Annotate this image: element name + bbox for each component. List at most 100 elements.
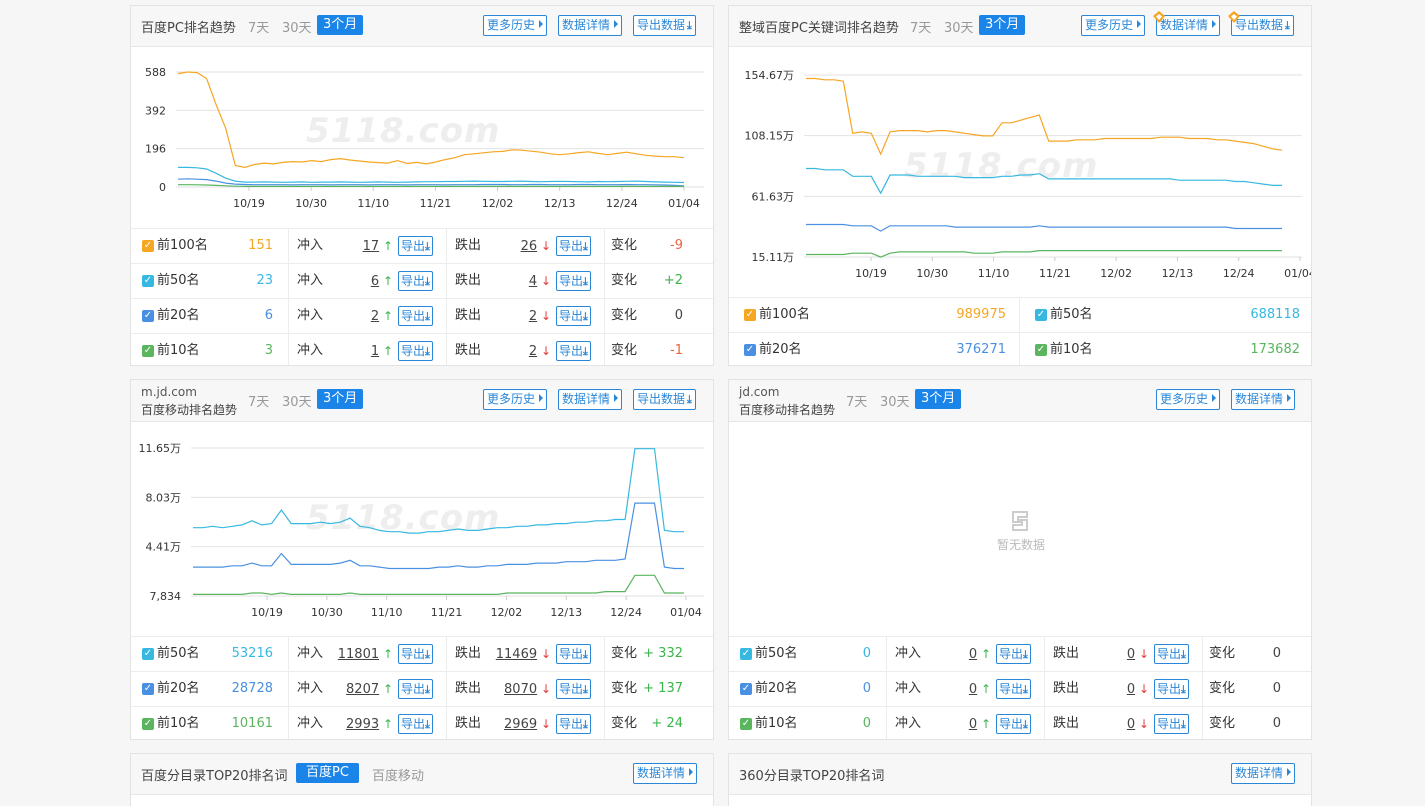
- in-value-link[interactable]: 0 ↑: [969, 672, 991, 706]
- series-checkbox[interactable]: ✓: [740, 648, 752, 660]
- out-value[interactable]: 26: [521, 239, 538, 254]
- export-in-button[interactable]: 导出⤓: [398, 714, 433, 734]
- export-in-button[interactable]: 导出⤓: [398, 679, 433, 699]
- more-history-button[interactable]: 更多历史: [483, 389, 548, 410]
- export-out-button[interactable]: 导出⤓: [1154, 644, 1189, 664]
- in-value[interactable]: 0: [969, 717, 977, 732]
- row-count: 53216: [231, 646, 273, 661]
- data-detail-button[interactable]: 数据详情: [558, 389, 623, 410]
- out-value-link[interactable]: 2 ↓: [529, 299, 551, 333]
- export-in-button[interactable]: 导出⤓: [398, 306, 433, 326]
- period-30d[interactable]: 30天: [944, 17, 974, 36]
- in-value[interactable]: 0: [969, 682, 977, 697]
- series-checkbox[interactable]: ✓: [1035, 309, 1047, 321]
- in-value-link[interactable]: 6 ↑: [371, 264, 393, 298]
- export-data-button[interactable]: 导出数据 ⤓: [633, 389, 696, 410]
- in-value[interactable]: 17: [363, 239, 380, 254]
- data-detail-button[interactable]: 数据详情: [633, 763, 698, 784]
- export-out-button[interactable]: 导出⤓: [556, 306, 591, 326]
- out-value-link[interactable]: 0 ↓: [1127, 707, 1149, 739]
- out-value[interactable]: 2969: [504, 717, 537, 732]
- period-3m[interactable]: 3个月: [317, 389, 364, 409]
- export-out-button[interactable]: 导出⤓: [1154, 679, 1189, 699]
- out-value[interactable]: 2: [529, 344, 537, 359]
- export-out-button[interactable]: 导出⤓: [1154, 714, 1189, 734]
- out-value-link[interactable]: 4 ↓: [529, 264, 551, 298]
- in-value[interactable]: 11801: [338, 647, 379, 662]
- out-value-link[interactable]: 2 ↓: [529, 334, 551, 365]
- in-value-link[interactable]: 17 ↑: [363, 229, 393, 263]
- data-detail-button[interactable]: 数据详情: [558, 15, 623, 36]
- period-3m[interactable]: 3个月: [979, 15, 1026, 35]
- tab-baidu-pc[interactable]: 百度PC: [296, 763, 359, 783]
- period-3m[interactable]: 3个月: [317, 15, 364, 35]
- period-7d[interactable]: 7天: [846, 391, 867, 410]
- in-value[interactable]: 1: [371, 344, 379, 359]
- out-value-link[interactable]: 2969 ↓: [504, 707, 551, 739]
- more-history-button[interactable]: 更多历史: [1156, 389, 1221, 410]
- period-7d[interactable]: 7天: [248, 17, 269, 36]
- in-value-link[interactable]: 8207 ↑: [346, 672, 393, 706]
- series-checkbox[interactable]: ✓: [744, 309, 756, 321]
- export-out-button[interactable]: 导出⤓: [556, 236, 591, 256]
- data-detail-button[interactable]: 数据详情: [1231, 389, 1296, 410]
- export-in-button[interactable]: 导出⤓: [398, 271, 433, 291]
- export-in-button[interactable]: 导出⤓: [398, 236, 433, 256]
- out-value-link[interactable]: 0 ↓: [1127, 672, 1149, 706]
- export-out-button[interactable]: 导出⤓: [556, 679, 591, 699]
- in-value-link[interactable]: 2993 ↑: [346, 707, 393, 739]
- out-value[interactable]: 0: [1127, 647, 1135, 662]
- out-value-link[interactable]: 26 ↓: [521, 229, 551, 263]
- out-value[interactable]: 4: [529, 274, 537, 289]
- period-7d[interactable]: 7天: [910, 17, 931, 36]
- series-checkbox[interactable]: ✓: [142, 345, 154, 357]
- series-checkbox[interactable]: ✓: [1035, 344, 1047, 356]
- in-value-link[interactable]: 11801 ↑: [338, 637, 393, 671]
- out-value[interactable]: 0: [1127, 682, 1135, 697]
- in-value-link[interactable]: 0 ↑: [969, 707, 991, 739]
- series-checkbox[interactable]: ✓: [142, 648, 154, 660]
- out-value[interactable]: 2: [529, 309, 537, 324]
- series-checkbox[interactable]: ✓: [142, 310, 154, 322]
- series-checkbox[interactable]: ✓: [744, 344, 756, 356]
- period-30d[interactable]: 30天: [880, 391, 910, 410]
- in-value-link[interactable]: 0 ↑: [969, 637, 991, 671]
- in-value-link[interactable]: 1 ↑: [371, 334, 393, 365]
- in-value[interactable]: 2: [371, 309, 379, 324]
- export-in-button[interactable]: 导出⤓: [398, 644, 433, 664]
- export-in-button[interactable]: 导出⤓: [996, 714, 1031, 734]
- in-value-link[interactable]: 2 ↑: [371, 299, 393, 333]
- out-value-link[interactable]: 0 ↓: [1127, 637, 1149, 671]
- series-checkbox[interactable]: ✓: [142, 683, 154, 695]
- out-value[interactable]: 8070: [504, 682, 537, 697]
- out-value-link[interactable]: 11469 ↓: [496, 637, 551, 671]
- series-checkbox[interactable]: ✓: [740, 718, 752, 730]
- period-7d[interactable]: 7天: [248, 391, 269, 410]
- export-out-button[interactable]: 导出⤓: [556, 341, 591, 361]
- period-3m[interactable]: 3个月: [915, 389, 962, 409]
- export-out-button[interactable]: 导出⤓: [556, 644, 591, 664]
- export-out-button[interactable]: 导出⤓: [556, 714, 591, 734]
- tab-baidu-mobile[interactable]: 百度移动: [372, 765, 424, 784]
- in-value[interactable]: 6: [371, 274, 379, 289]
- series-checkbox[interactable]: ✓: [740, 683, 752, 695]
- more-history-button[interactable]: 更多历史: [1081, 15, 1146, 36]
- period-30d[interactable]: 30天: [282, 17, 312, 36]
- in-value[interactable]: 2993: [346, 717, 379, 732]
- in-value[interactable]: 0: [969, 647, 977, 662]
- export-data-button[interactable]: 导出数据 ⤓: [633, 15, 696, 36]
- export-in-button[interactable]: 导出⤓: [398, 341, 433, 361]
- series-checkbox[interactable]: ✓: [142, 275, 154, 287]
- series-checkbox[interactable]: ✓: [142, 240, 154, 252]
- export-in-button[interactable]: 导出⤓: [996, 679, 1031, 699]
- export-in-button[interactable]: 导出⤓: [996, 644, 1031, 664]
- out-value[interactable]: 0: [1127, 717, 1135, 732]
- in-value[interactable]: 8207: [346, 682, 379, 697]
- export-out-button[interactable]: 导出⤓: [556, 271, 591, 291]
- data-detail-button[interactable]: 数据详情: [1231, 763, 1296, 784]
- out-value[interactable]: 11469: [496, 647, 537, 662]
- more-history-button[interactable]: 更多历史: [483, 15, 548, 36]
- period-30d[interactable]: 30天: [282, 391, 312, 410]
- series-checkbox[interactable]: ✓: [142, 718, 154, 730]
- out-value-link[interactable]: 8070 ↓: [504, 672, 551, 706]
